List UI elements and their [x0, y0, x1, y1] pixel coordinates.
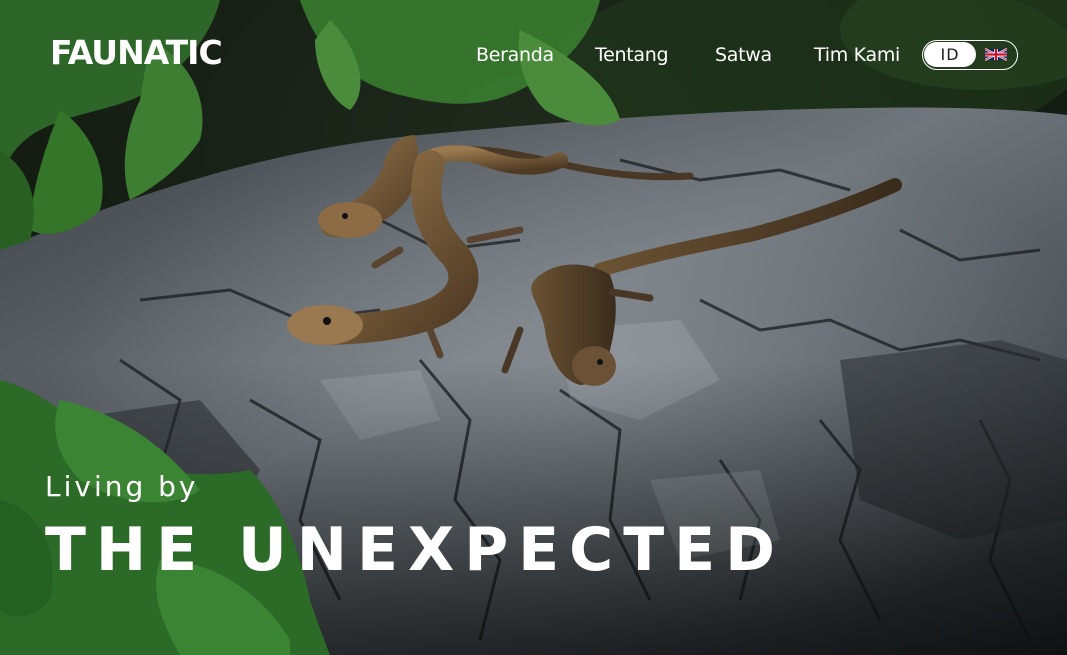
- brand-logo[interactable]: FAUNATIC: [50, 33, 223, 73]
- hero-section: FAUNATIC Beranda Tentang Satwa Tim Kami …: [0, 0, 1067, 655]
- uk-flag-icon[interactable]: [985, 47, 1007, 62]
- top-nav: FAUNATIC Beranda Tentang Satwa Tim Kami …: [0, 0, 1067, 110]
- language-toggle[interactable]: ID: [922, 40, 1018, 70]
- language-option-id[interactable]: ID: [924, 42, 976, 67]
- nav-item-tentang[interactable]: Tentang: [595, 40, 669, 70]
- nav-item-tim-kami[interactable]: Tim Kami: [814, 40, 900, 70]
- hero-subtitle: Living by: [45, 470, 199, 503]
- nav-item-satwa[interactable]: Satwa: [715, 40, 772, 70]
- nav-item-beranda[interactable]: Beranda: [476, 40, 554, 70]
- hero-title: THE UNEXPECTED: [45, 515, 785, 585]
